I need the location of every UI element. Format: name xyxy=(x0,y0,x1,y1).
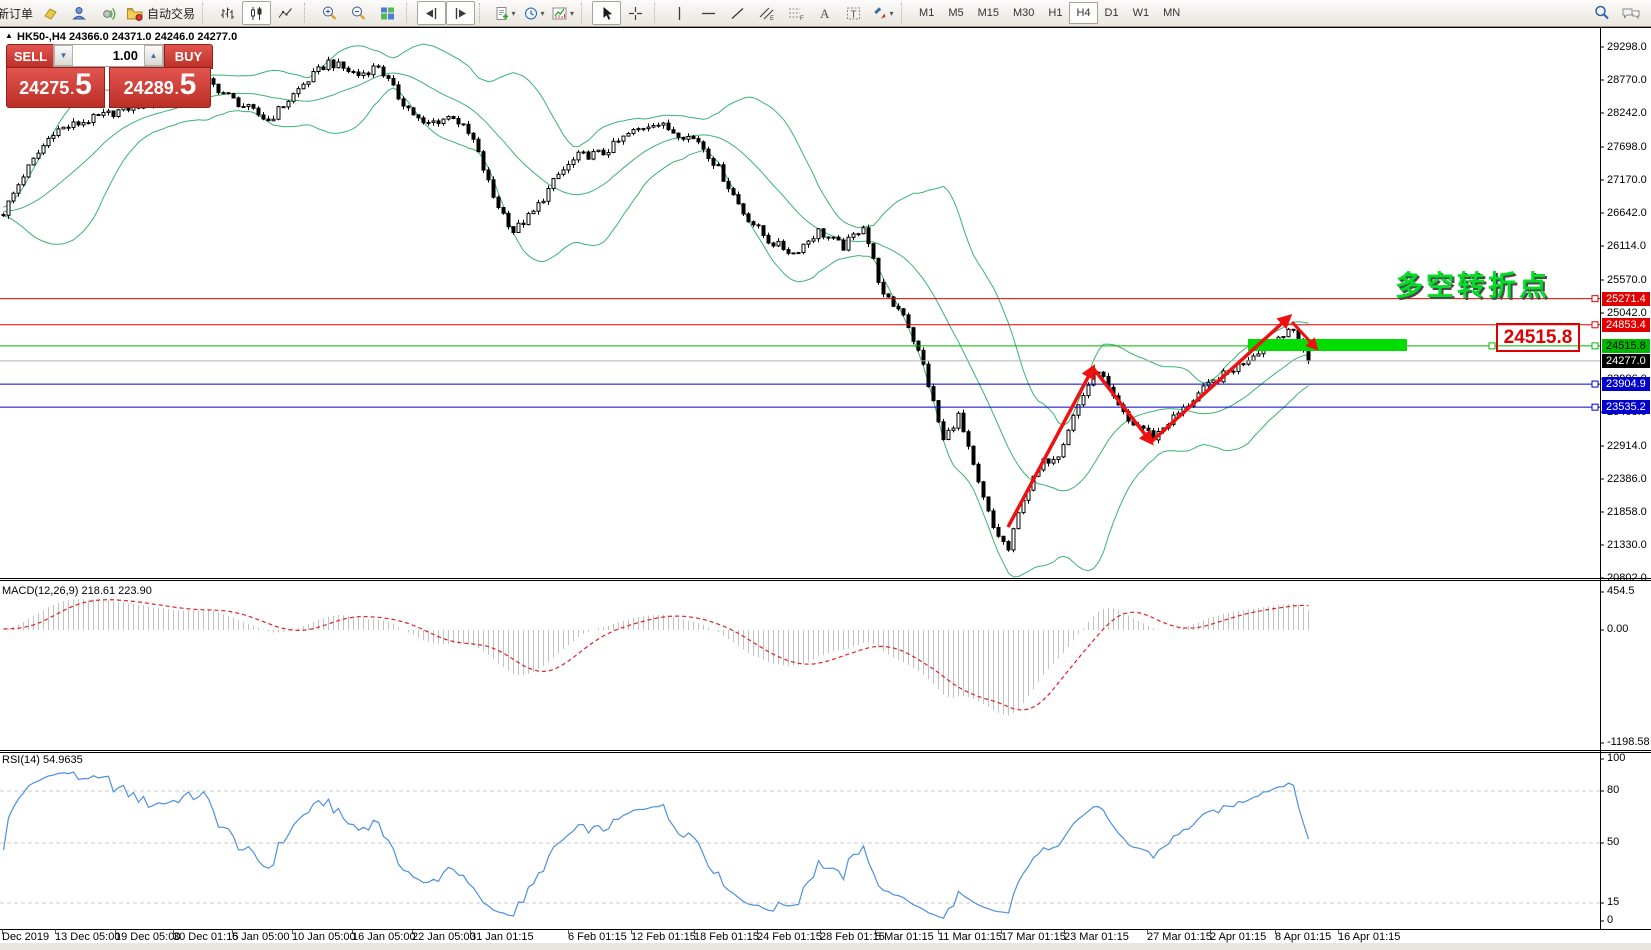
chart-title: HK50-,H4 24366.0 24371.0 24246.0 24277.0 xyxy=(17,31,237,43)
macd-layer xyxy=(3,599,1309,716)
turning-point-annotation: 多空转折点 xyxy=(1395,270,1551,301)
chart-plot[interactable] xyxy=(0,0,1651,950)
panel-borders xyxy=(0,27,1651,934)
symbol-period-label: HK50-,H4 xyxy=(17,31,66,43)
buy-button[interactable]: BUY xyxy=(164,44,213,69)
green-zone-box xyxy=(1248,339,1407,351)
buy-price-main: 24289 xyxy=(123,78,174,98)
sell-price-button[interactable]: 24275. 5 xyxy=(6,67,105,108)
buy-price-button[interactable]: 24289. 5 xyxy=(109,67,211,108)
collapse-triangle-icon[interactable]: ▲ xyxy=(5,31,13,40)
volume-increase-button[interactable]: ▲ xyxy=(144,45,163,66)
volume-decrease-button[interactable]: ▼ xyxy=(54,45,73,66)
one-click-trading-panel: SELL ▼ ▲ BUY 24275.5 24289.5 xyxy=(6,44,213,108)
sell-button[interactable]: SELL xyxy=(6,44,55,69)
sell-price-fraction: 5 xyxy=(75,68,92,101)
price-level-annotation[interactable]: 24515.8 xyxy=(1496,323,1580,352)
buy-price-fraction: 5 xyxy=(179,68,197,101)
level-lines xyxy=(0,295,1600,411)
ohlc-values: 24366.0 24371.0 24246.0 24277.0 xyxy=(68,31,238,43)
mt4-window: 新订单 自动交易 ▾ ▾ ▾ E F A T ▾ M1 M5 M15 M30 H… xyxy=(0,0,1651,950)
sell-price-main: 24275 xyxy=(19,78,70,98)
buy-price-dot: . xyxy=(174,81,179,97)
bollinger-bands xyxy=(3,43,1309,578)
volume-input[interactable] xyxy=(73,45,144,66)
volume-stepper: ▼ ▲ xyxy=(53,44,164,67)
sell-price-dot: . xyxy=(70,81,75,97)
rsi-layer xyxy=(0,771,1600,919)
candles-layer xyxy=(1,56,1311,553)
